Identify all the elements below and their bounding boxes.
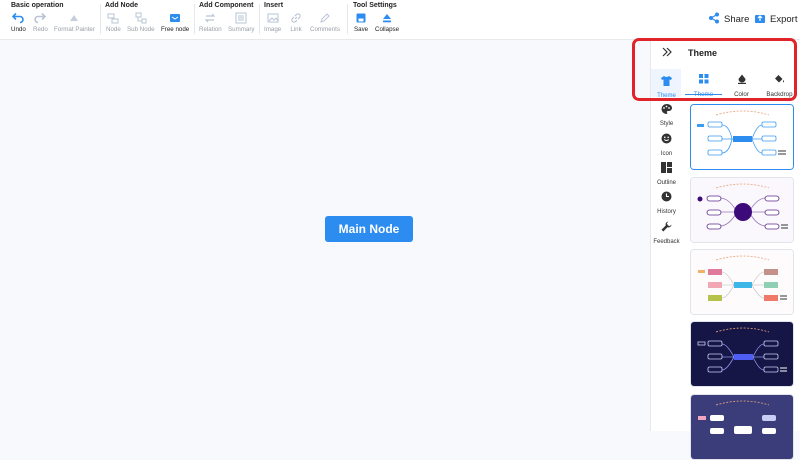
theme-thumbnail[interactable] xyxy=(690,177,794,243)
rail-label: History xyxy=(657,209,676,215)
image-icon xyxy=(267,12,279,24)
group-insert: Insert xyxy=(264,2,283,9)
group-tool-settings: Tool Settings xyxy=(353,2,397,9)
rail-item-style[interactable]: Style xyxy=(651,101,682,127)
link-icon xyxy=(290,12,302,24)
export-icon xyxy=(754,12,766,27)
group-title: Tool Settings xyxy=(353,2,397,9)
highlight-box xyxy=(632,38,797,101)
free-node-button[interactable]: Free node xyxy=(161,12,189,33)
divider xyxy=(347,4,348,34)
add-sub-node-button[interactable]: Sub Node xyxy=(127,12,155,33)
outline-icon xyxy=(661,160,672,178)
rail-item-feedback[interactable]: Feedback xyxy=(651,219,682,245)
theme-thumbnail[interactable] xyxy=(690,321,794,387)
sub-node-icon xyxy=(135,12,147,24)
clock-icon xyxy=(661,189,672,207)
rail-label: Icon xyxy=(660,151,673,157)
share-button[interactable]: Share xyxy=(708,12,749,27)
redo-button[interactable]: Redo xyxy=(33,12,48,33)
group-basic-operation: Basic operation xyxy=(11,2,64,9)
free-node-icon xyxy=(169,12,181,24)
group-title: Add Component xyxy=(199,2,254,9)
relation-icon xyxy=(204,12,216,24)
group-title: Basic operation xyxy=(11,2,64,9)
summary-button[interactable]: Summary xyxy=(228,12,254,33)
format-painter-button[interactable]: Format Painter xyxy=(54,12,95,33)
rail-item-icon[interactable]: Icon xyxy=(651,131,682,157)
share-label: Share xyxy=(724,14,750,25)
main-node[interactable]: Main Node xyxy=(325,216,413,242)
theme-thumbnail[interactable] xyxy=(690,249,794,315)
undo-button[interactable]: Undo xyxy=(11,12,26,33)
export-button[interactable]: Export xyxy=(754,12,797,27)
insert-link-button[interactable]: Link xyxy=(290,12,302,33)
group-add-node: Add Node xyxy=(105,2,138,9)
save-icon xyxy=(355,12,367,24)
comments-icon xyxy=(319,12,331,24)
wrench-icon xyxy=(661,219,672,237)
theme-thumbnail[interactable] xyxy=(690,104,794,170)
rail-label: Style xyxy=(659,121,674,127)
format-painter-icon xyxy=(68,12,80,24)
group-add-component: Add Component xyxy=(199,2,253,9)
rail-label: Outline xyxy=(656,180,676,186)
relation-button[interactable]: Relation xyxy=(199,12,222,33)
smiley-icon xyxy=(661,131,672,149)
summary-icon xyxy=(235,12,247,24)
group-title: Insert xyxy=(264,2,284,9)
toolbar: Basic operation Undo Redo Format Painter… xyxy=(0,0,800,40)
group-title: Add Node xyxy=(105,2,139,9)
add-node-button[interactable]: Node xyxy=(106,12,121,33)
redo-icon xyxy=(34,12,47,24)
divider xyxy=(194,4,195,34)
rail-item-history[interactable]: History xyxy=(651,189,682,215)
divider xyxy=(100,4,101,34)
undo-icon xyxy=(12,12,25,24)
collapse-button[interactable]: Collapse xyxy=(375,12,399,33)
share-icon xyxy=(708,12,720,27)
palette-icon xyxy=(661,101,672,119)
export-label: Export xyxy=(770,14,798,25)
rail-item-outline[interactable]: Outline xyxy=(651,160,682,186)
divider xyxy=(259,4,260,34)
theme-thumbnail[interactable] xyxy=(690,394,794,460)
insert-comments-button[interactable]: Comments xyxy=(310,12,340,33)
insert-image-button[interactable]: Image xyxy=(264,12,281,33)
rail-label: Feedback xyxy=(653,239,680,245)
node-icon xyxy=(107,12,119,24)
collapse-icon xyxy=(381,12,393,24)
save-button[interactable]: Save xyxy=(354,12,368,33)
